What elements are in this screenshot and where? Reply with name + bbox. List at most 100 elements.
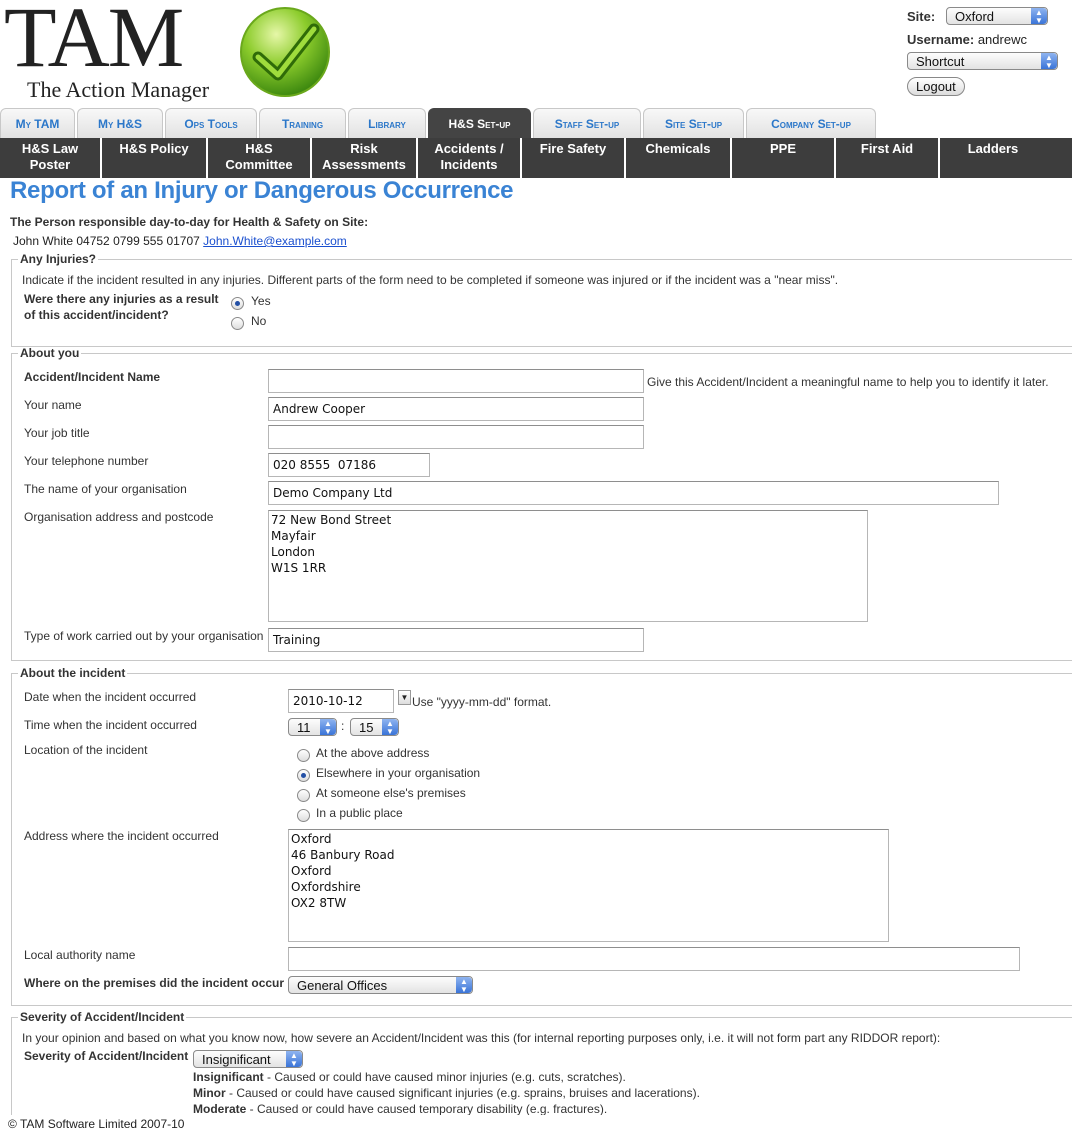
severity-level-name: Insignificant xyxy=(193,1070,264,1084)
subnav-hs-law-poster[interactable]: H&S Law Poster xyxy=(0,138,102,178)
username-row: Username: andrewc xyxy=(907,32,1027,47)
location-label: Location of the incident xyxy=(24,743,148,757)
type-of-work-input[interactable]: Training xyxy=(268,628,644,652)
tab-site-setup[interactable]: Site Set-up xyxy=(643,108,744,138)
severity-level-insignificant: Insignificant - Caused or could have cau… xyxy=(193,1070,626,1084)
tab-training[interactable]: Training xyxy=(259,108,346,138)
shortcut-select[interactable]: Shortcut ▲ ▼ xyxy=(907,52,1058,70)
username-label: Username: xyxy=(907,32,975,47)
location-elsewhere-radio[interactable] xyxy=(297,769,310,782)
subnav-hs-committee[interactable]: H&S Committee xyxy=(208,138,312,178)
time-separator: : xyxy=(341,719,345,733)
location-option-label: In a public place xyxy=(316,806,403,820)
injuries-intro: Indicate if the incident resulted in any… xyxy=(22,273,839,287)
minute-select[interactable]: 15 ▲ ▼ xyxy=(350,718,399,736)
responsible-email-link[interactable]: John.White@example.com xyxy=(203,234,347,248)
select-arrows-icon: ▲ ▼ xyxy=(286,1051,302,1068)
select-arrows-icon: ▲ ▼ xyxy=(382,719,398,736)
incident-date-label: Date when the incident occurred xyxy=(24,690,197,704)
shortcut-select-value: Shortcut xyxy=(916,54,965,69)
tab-staff-setup[interactable]: Staff Set-up xyxy=(533,108,641,138)
incident-name-label: Accident/Incident Name xyxy=(24,370,161,384)
sub-navigation: H&S Law Poster H&S Policy H&S Committee … xyxy=(0,138,1072,178)
username-value: andrewc xyxy=(977,32,1027,47)
severity-level-moderate: Moderate - Caused or could have caused t… xyxy=(193,1102,607,1116)
site-select[interactable]: Oxford ▲ ▼ xyxy=(946,7,1048,25)
checkmark-icon xyxy=(240,7,330,97)
severity-legend: Severity of Accident/Incident xyxy=(20,1010,185,1024)
incident-legend: About the incident xyxy=(20,666,126,680)
subnav-first-aid[interactable]: First Aid xyxy=(836,138,940,178)
select-arrows-icon: ▲ ▼ xyxy=(456,977,472,994)
subnav-chemicals[interactable]: Chemicals xyxy=(626,138,732,178)
site-select-value: Oxford xyxy=(955,9,995,24)
select-arrows-icon: ▲ ▼ xyxy=(1041,53,1057,70)
main-tabs: My TAM My H&S Ops Tools Training Library… xyxy=(0,108,878,138)
location-above-address-radio[interactable] xyxy=(297,749,310,762)
severity-level-name: Moderate xyxy=(193,1102,247,1116)
injuries-no-radio[interactable] xyxy=(231,317,244,330)
responsible-contact: John White 04752 0799 555 01707 John.Whi… xyxy=(13,234,347,248)
subnav-ppe[interactable]: PPE xyxy=(732,138,836,178)
your-name-input[interactable]: Andrew Cooper xyxy=(268,397,644,421)
location-option-label: At someone else's premises xyxy=(316,786,466,800)
severity-level-desc: - Caused or could have caused minor inju… xyxy=(263,1070,626,1084)
location-public-place-radio[interactable] xyxy=(297,809,310,822)
local-authority-label: Local authority name xyxy=(24,948,136,962)
injuries-legend: Any Injuries? xyxy=(20,252,97,266)
telephone-label: Your telephone number xyxy=(24,454,149,468)
hour-select-value: 11 xyxy=(297,720,311,735)
subnav-ladders[interactable]: Ladders xyxy=(940,138,1046,178)
tab-my-hs[interactable]: My H&S xyxy=(77,108,163,138)
premises-select-value: General Offices xyxy=(297,978,388,993)
tab-library[interactable]: Library xyxy=(348,108,426,138)
incident-address-textarea[interactable]: Oxford 46 Banbury Road Oxford Oxfordshir… xyxy=(288,829,889,942)
tam-logo[interactable]: TAM The Action Manager xyxy=(0,0,340,104)
org-address-textarea[interactable]: 72 New Bond Street Mayfair London W1S 1R… xyxy=(268,510,868,622)
tab-company-setup[interactable]: Company Set-up xyxy=(746,108,876,138)
calendar-dropdown-icon[interactable]: ▼ xyxy=(398,690,411,705)
incident-time-label: Time when the incident occurred xyxy=(24,718,197,732)
subnav-fire-safety[interactable]: Fire Safety xyxy=(522,138,626,178)
severity-level-name: Minor xyxy=(193,1086,226,1100)
incident-name-input[interactable] xyxy=(268,369,644,393)
severity-level-desc: - Caused or could have caused significan… xyxy=(225,1086,700,1100)
location-someone-else-radio[interactable] xyxy=(297,789,310,802)
type-of-work-label: Type of work carried out by your organis… xyxy=(24,629,264,643)
tab-my-tam[interactable]: My TAM xyxy=(0,108,75,138)
incident-date-input[interactable]: 2010-10-12 xyxy=(288,689,394,713)
injuries-yes-radio[interactable] xyxy=(231,297,244,310)
premises-label: Where on the premises did the incident o… xyxy=(24,976,285,990)
logo-wordmark: TAM xyxy=(4,0,184,85)
tab-hs-setup[interactable]: H&S Set-up xyxy=(428,108,531,138)
about-you-legend: About you xyxy=(20,346,80,360)
page-title: Report of an Injury or Dangerous Occurre… xyxy=(10,177,514,204)
incident-name-help: Give this Accident/Incident a meaningful… xyxy=(647,375,1049,389)
severity-level-desc: - Caused or could have caused temporary … xyxy=(246,1102,608,1116)
subnav-hs-policy[interactable]: H&S Policy xyxy=(102,138,208,178)
your-name-label: Your name xyxy=(24,398,82,412)
injuries-yes-label: Yes xyxy=(251,294,271,308)
minute-select-value: 15 xyxy=(359,720,374,735)
organisation-input[interactable]: Demo Company Ltd xyxy=(268,481,999,505)
premises-select[interactable]: General Offices ▲ ▼ xyxy=(288,976,473,994)
telephone-input[interactable]: 020 8555 07186 xyxy=(268,453,430,477)
location-option-label: At the above address xyxy=(316,746,430,760)
severity-select[interactable]: Insignificant ▲ ▼ xyxy=(193,1050,303,1068)
tab-ops-tools[interactable]: Ops Tools xyxy=(165,108,257,138)
injuries-question: Were there any injuries as a result of t… xyxy=(24,292,219,322)
date-format-help: Use "yyyy-mm-dd" format. xyxy=(412,695,552,709)
severity-select-value: Insignificant xyxy=(202,1052,271,1067)
local-authority-input[interactable] xyxy=(288,947,1020,971)
logout-button[interactable]: Logout xyxy=(907,77,965,96)
subnav-accidents-incidents[interactable]: Accidents / Incidents xyxy=(418,138,522,178)
logo-tagline: The Action Manager xyxy=(27,77,210,102)
injuries-no-label: No xyxy=(251,314,267,328)
severity-label: Severity of Accident/Incident xyxy=(24,1049,189,1063)
job-title-input[interactable] xyxy=(268,425,644,449)
hour-select[interactable]: 11 ▲ ▼ xyxy=(288,718,337,736)
footer-copyright: © TAM Software Limited 2007-10 xyxy=(8,1117,185,1131)
subnav-risk-assessments[interactable]: Risk Assessments xyxy=(312,138,418,178)
select-arrows-icon: ▲ ▼ xyxy=(1031,8,1047,25)
site-label: Site: xyxy=(907,9,936,24)
